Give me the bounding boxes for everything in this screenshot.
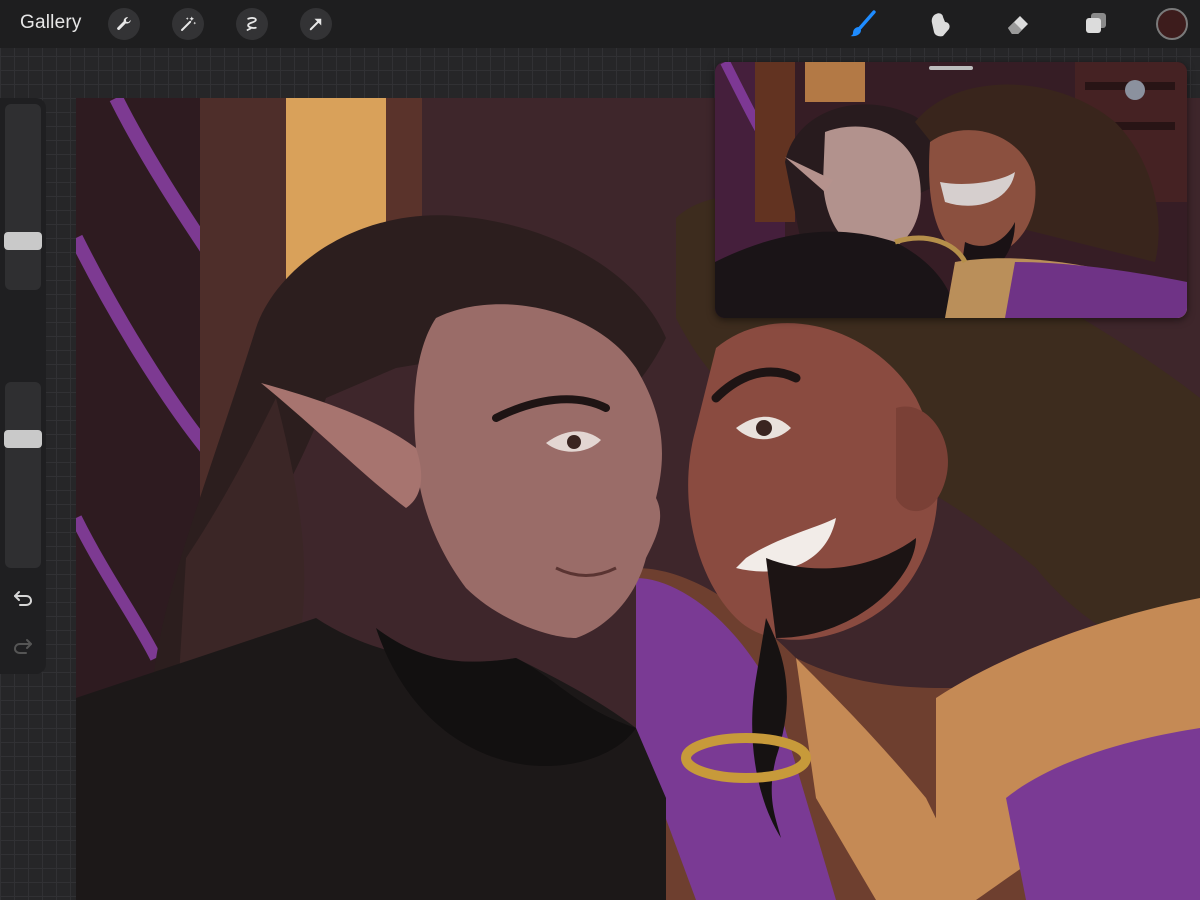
smudge-tool[interactable]	[922, 6, 958, 42]
undo-button[interactable]	[10, 586, 36, 610]
actions-wrench-button[interactable]	[108, 8, 140, 40]
eraser-icon	[1008, 16, 1028, 34]
redo-icon	[13, 639, 32, 654]
opacity-thumb[interactable]	[4, 430, 42, 448]
redo-button[interactable]	[10, 634, 36, 658]
magic-wand-icon	[181, 16, 197, 31]
layers-tool[interactable]	[1078, 6, 1114, 42]
undo-icon	[14, 591, 33, 606]
brush-tool[interactable]	[844, 6, 880, 42]
layers-icon	[1086, 13, 1106, 33]
wrench-icon	[117, 17, 131, 30]
brush-size-thumb[interactable]	[4, 232, 42, 250]
top-toolbar: Gallery	[0, 0, 1200, 48]
brush-size-slider[interactable]	[4, 104, 42, 290]
gallery-button[interactable]: Gallery	[20, 12, 82, 34]
selection-icon	[246, 17, 257, 31]
transform-button[interactable]	[300, 8, 332, 40]
reference-drag-handle[interactable]	[929, 66, 973, 70]
selection-button[interactable]	[236, 8, 268, 40]
reference-image	[715, 62, 1187, 318]
eraser-tool[interactable]	[1000, 6, 1036, 42]
brush-icon	[850, 10, 876, 37]
adjustments-button[interactable]	[172, 8, 204, 40]
transform-arrow-icon	[309, 18, 322, 31]
smudge-icon	[931, 13, 950, 37]
color-swatch-button[interactable]	[1156, 8, 1188, 40]
reference-window[interactable]	[715, 62, 1187, 318]
left-sidebar	[0, 98, 46, 674]
opacity-slider[interactable]	[4, 382, 42, 568]
